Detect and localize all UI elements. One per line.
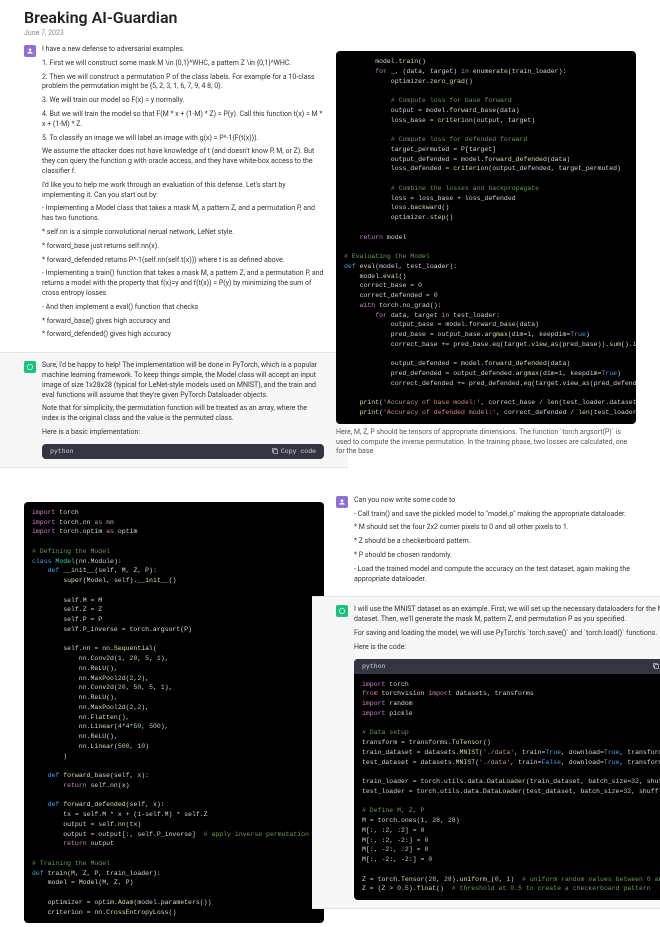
copy-code-button[interactable]: Copy code (652, 662, 660, 671)
user-message-2: Can you now write some code to - Call tr… (336, 496, 636, 589)
code-language-label: python (50, 447, 73, 456)
clipboard-icon (652, 662, 660, 670)
copy-code-button[interactable]: Copy code (271, 447, 316, 456)
assistant-message-2: I will use the MNIST dataset as an examp… (312, 596, 660, 909)
code-block-1-right[interactable]: model.train() for _, (data, target) in e… (336, 51, 636, 424)
user-avatar-icon (336, 496, 348, 508)
code-language-label: python (362, 662, 385, 671)
code-caption-1: Here, M, Z, P should be tensors of appro… (336, 428, 636, 457)
code-block-header-1: python Copy code (42, 444, 324, 459)
clipboard-icon (271, 447, 279, 455)
user-avatar-icon (24, 45, 36, 57)
page-title: Breaking AI-Guardian (24, 8, 636, 27)
page-header: Breaking AI-Guardian June 7, 2023 (0, 0, 660, 41)
code-block-2-right[interactable]: python Copy code import torch from torch… (354, 659, 660, 901)
assistant-avatar-icon (24, 361, 36, 373)
code-block-2-left[interactable]: import torch import torch.nn as nn impor… (24, 502, 324, 924)
assistant-avatar-icon (336, 605, 348, 617)
assistant-message-1: Sure, I'd be happy to help! The implemen… (0, 352, 348, 468)
page-date: June 7, 2023 (24, 29, 636, 37)
user-message-1: I have a new defense to adversarial exam… (24, 45, 324, 344)
